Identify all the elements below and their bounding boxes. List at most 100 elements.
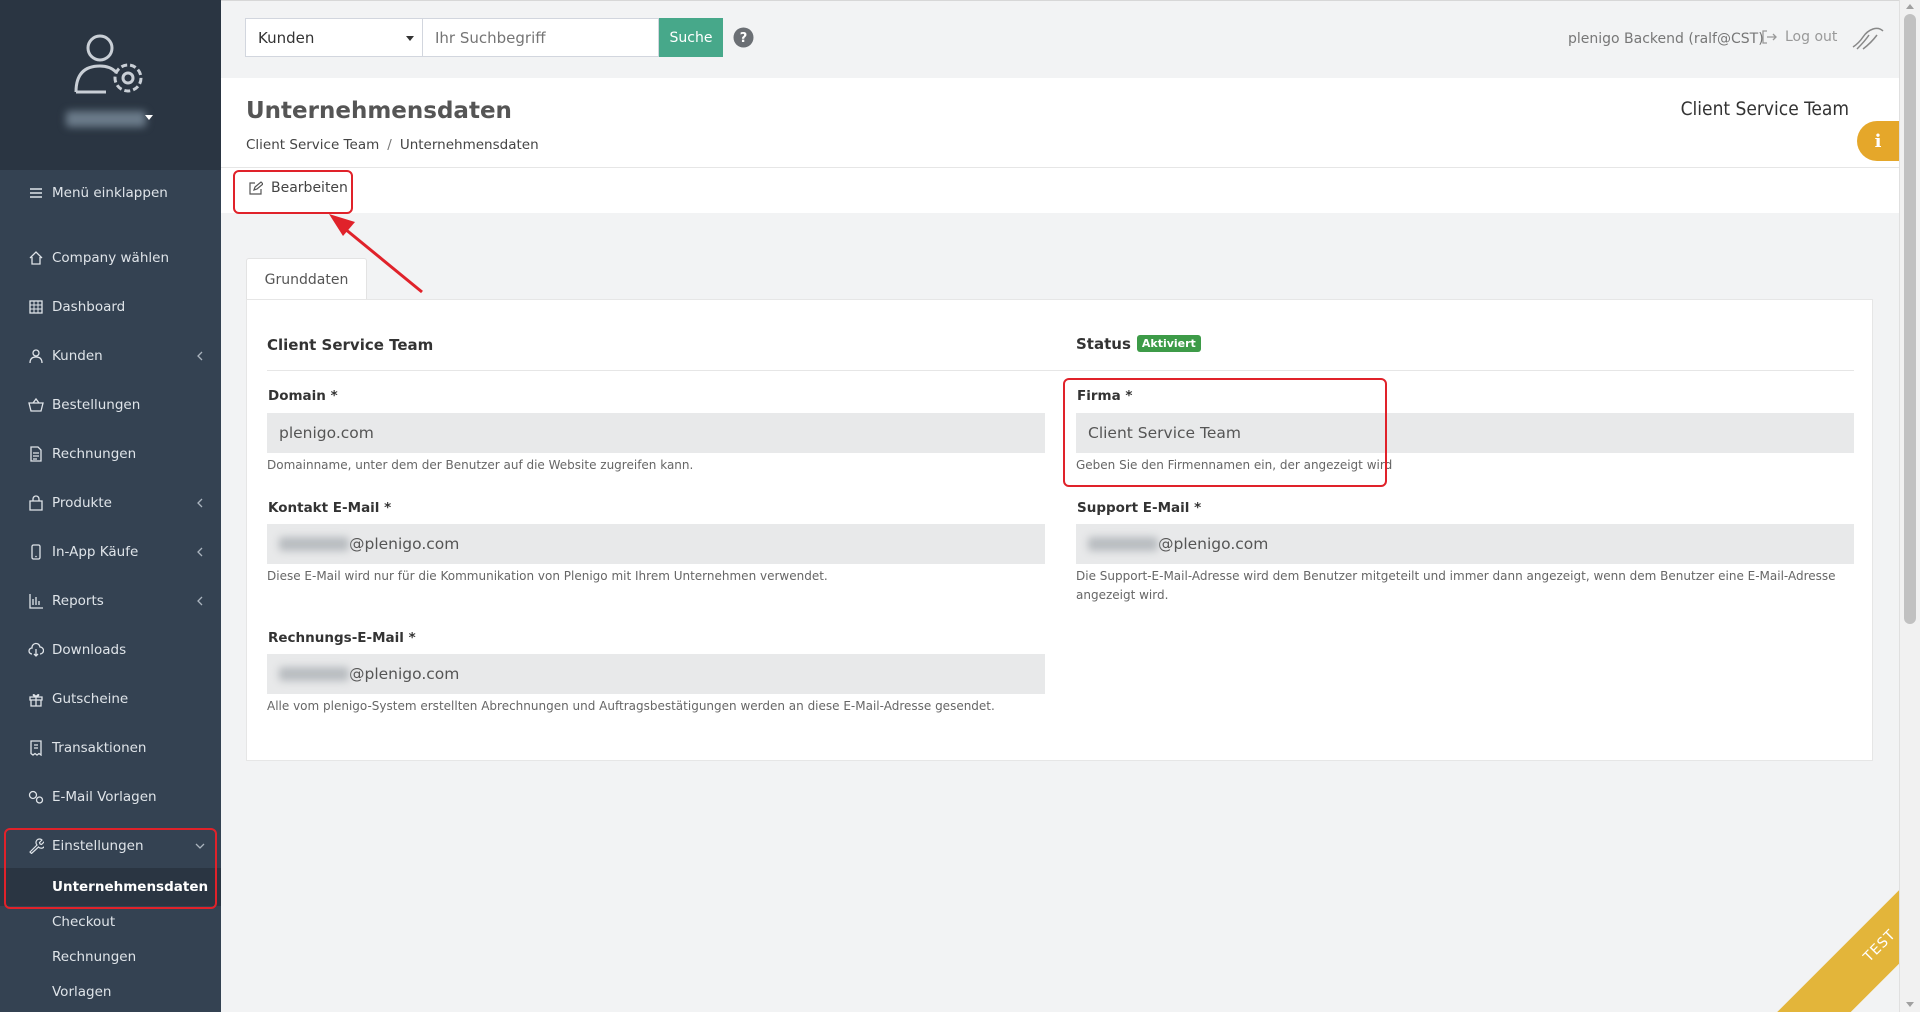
support-email-field[interactable]: @plenigo.com [1076, 524, 1854, 564]
breadcrumb-separator: / [387, 137, 392, 153]
redacted-text [279, 537, 349, 551]
billing-email-field[interactable]: @plenigo.com [267, 654, 1045, 694]
support-email-value: @plenigo.com [1158, 535, 1269, 553]
billing-email-label: Rechnungs-E-Mail * [268, 630, 416, 646]
contact-email-value: @plenigo.com [349, 535, 460, 553]
status-section: Status Aktiviert [1076, 335, 1201, 354]
chevron-left-icon [197, 547, 203, 557]
sidebar-item-dashboard[interactable]: Dashboard [0, 287, 221, 327]
status-badge: Aktiviert [1136, 335, 1201, 352]
sidebar-item-label: Kunden [52, 348, 103, 364]
help-icon[interactable]: ? [733, 27, 754, 48]
sidebar-item-company[interactable]: Company wählen [0, 238, 221, 278]
sidebar-item-transaktionen[interactable]: Transaktionen [0, 728, 221, 768]
page-title: Unternehmensdaten [246, 98, 512, 124]
contact-email-field[interactable]: @plenigo.com [267, 524, 1045, 564]
company-section-title: Client Service Team [267, 336, 434, 354]
sidebar-item-in-app[interactable]: In-App Käufe [0, 532, 221, 572]
menu-collapse-label: Menü einklappen [52, 185, 168, 201]
current-user-label: plenigo Backend (ralf@CST) [1568, 31, 1764, 47]
receipt-icon [30, 740, 42, 756]
sidebar-item-label: Rechnungen [52, 446, 137, 462]
domain-label: Domain * [268, 388, 338, 404]
breadcrumb-item-company[interactable]: Client Service Team [246, 137, 379, 153]
sidebar-item-bestellungen[interactable]: Bestellungen [0, 385, 221, 425]
scroll-up-icon[interactable] [1906, 4, 1914, 9]
logout-link[interactable]: Log out [1761, 29, 1837, 45]
domain-field[interactable]: plenigo.com [267, 413, 1045, 453]
document-icon [30, 446, 42, 462]
shopping-bag-icon [29, 495, 43, 511]
sidebar-item-label: Produkte [52, 495, 112, 511]
redacted-text [279, 667, 349, 681]
search-category-value: Kunden [258, 28, 315, 47]
hamburger-icon [30, 188, 42, 198]
company-data-card: Client Service Team Status Aktiviert Doma… [246, 299, 1873, 761]
search-button[interactable]: Suche [659, 18, 723, 57]
sidebar-item-rechnungen[interactable]: Rechnungen [0, 434, 221, 474]
username-blurred [66, 111, 146, 127]
annotation-highlight-edit [233, 170, 353, 214]
section-divider [267, 370, 1854, 371]
gift-icon [29, 694, 43, 707]
user-menu-caret-icon[interactable] [145, 115, 153, 120]
search-category-select[interactable]: Kunden [245, 18, 423, 57]
sidebar: Menü einklappen Company wählen Dashboard… [0, 0, 221, 1012]
plenigo-logo-icon [1852, 27, 1884, 50]
sidebar-item-reports[interactable]: Reports [0, 581, 221, 621]
billing-email-help: Alle vom plenigo-System erstellten Abrec… [267, 699, 995, 713]
svg-text:?: ? [740, 31, 748, 46]
user-settings-icon [74, 34, 143, 94]
company-name-header: Client Service Team [1680, 98, 1849, 120]
topbar: Kunden Suche ? plenigo Backend (ralf@CST… [221, 0, 1899, 78]
home-icon [29, 251, 43, 265]
basket-icon [28, 397, 44, 412]
chevron-left-icon [197, 498, 203, 508]
support-email-label: Support E-Mail * [1077, 500, 1202, 516]
logout-label: Log out [1785, 29, 1838, 45]
tab-grunddaten[interactable]: Grunddaten [246, 258, 367, 300]
sidebar-item-label: Company wählen [52, 250, 169, 266]
support-email-help: Die Support-E-Mail-Adresse wird dem Benu… [1076, 569, 1836, 602]
test-ribbon: TEST [1740, 860, 1900, 1012]
sidebar-item-label: E-Mail Vorlagen [52, 789, 157, 805]
info-button[interactable]: i [1857, 121, 1899, 161]
sidebar-item-label: Bestellungen [52, 397, 141, 413]
user-profile[interactable] [0, 0, 221, 170]
sidebar-item-kunden[interactable]: Kunden [0, 336, 221, 376]
annotation-highlight-einstellungen [4, 828, 217, 909]
domain-value: plenigo.com [279, 424, 374, 442]
scrollbar-thumb[interactable] [1904, 14, 1916, 624]
submenu-item-vorlagen[interactable]: Vorlagen [52, 984, 111, 1000]
sidebar-item-label: In-App Käufe [52, 544, 139, 560]
chevron-left-icon [197, 596, 203, 606]
contact-email-label: Kontakt E-Mail * [268, 500, 392, 516]
sidebar-item-email-vorlagen[interactable]: E-Mail Vorlagen [0, 777, 221, 817]
settings-gears-icon [28, 790, 44, 804]
sidebar-item-produkte[interactable]: Produkte [0, 483, 221, 523]
page-scrollbar[interactable] [1899, 0, 1920, 1012]
bar-chart-icon [29, 594, 43, 609]
mobile-icon [31, 544, 41, 560]
test-ribbon-label: TEST [1776, 860, 1900, 1012]
page-header: Unternehmensdaten Client Service Team / Un… [221, 78, 1899, 168]
scroll-down-icon[interactable] [1906, 1002, 1914, 1007]
status-label: Status [1076, 335, 1131, 353]
sidebar-item-label: Dashboard [52, 299, 126, 315]
chevron-left-icon [197, 351, 203, 361]
search-input[interactable] [423, 18, 659, 57]
sidebar-item-label: Transaktionen [52, 740, 147, 756]
sidebar-item-label: Gutscheine [52, 691, 129, 707]
cloud-download-icon [28, 642, 44, 657]
domain-help: Domainname, unter dem der Benutzer auf d… [267, 458, 694, 472]
sidebar-item-label: Reports [52, 593, 104, 609]
sidebar-item-downloads[interactable]: Downloads [0, 630, 221, 670]
contact-email-help: Diese E-Mail wird nur für die Kommunikat… [267, 569, 828, 583]
submenu-item-rechnungen[interactable]: Rechnungen [52, 949, 136, 965]
sidebar-item-gutscheine[interactable]: Gutscheine [0, 679, 221, 719]
menu-collapse-toggle[interactable]: Menü einklappen [0, 173, 221, 213]
annotation-highlight-firma [1063, 378, 1387, 487]
action-toolbar: Bearbeiten [221, 168, 1899, 213]
logout-icon [1762, 30, 1777, 44]
submenu-item-checkout[interactable]: Checkout [52, 914, 115, 930]
